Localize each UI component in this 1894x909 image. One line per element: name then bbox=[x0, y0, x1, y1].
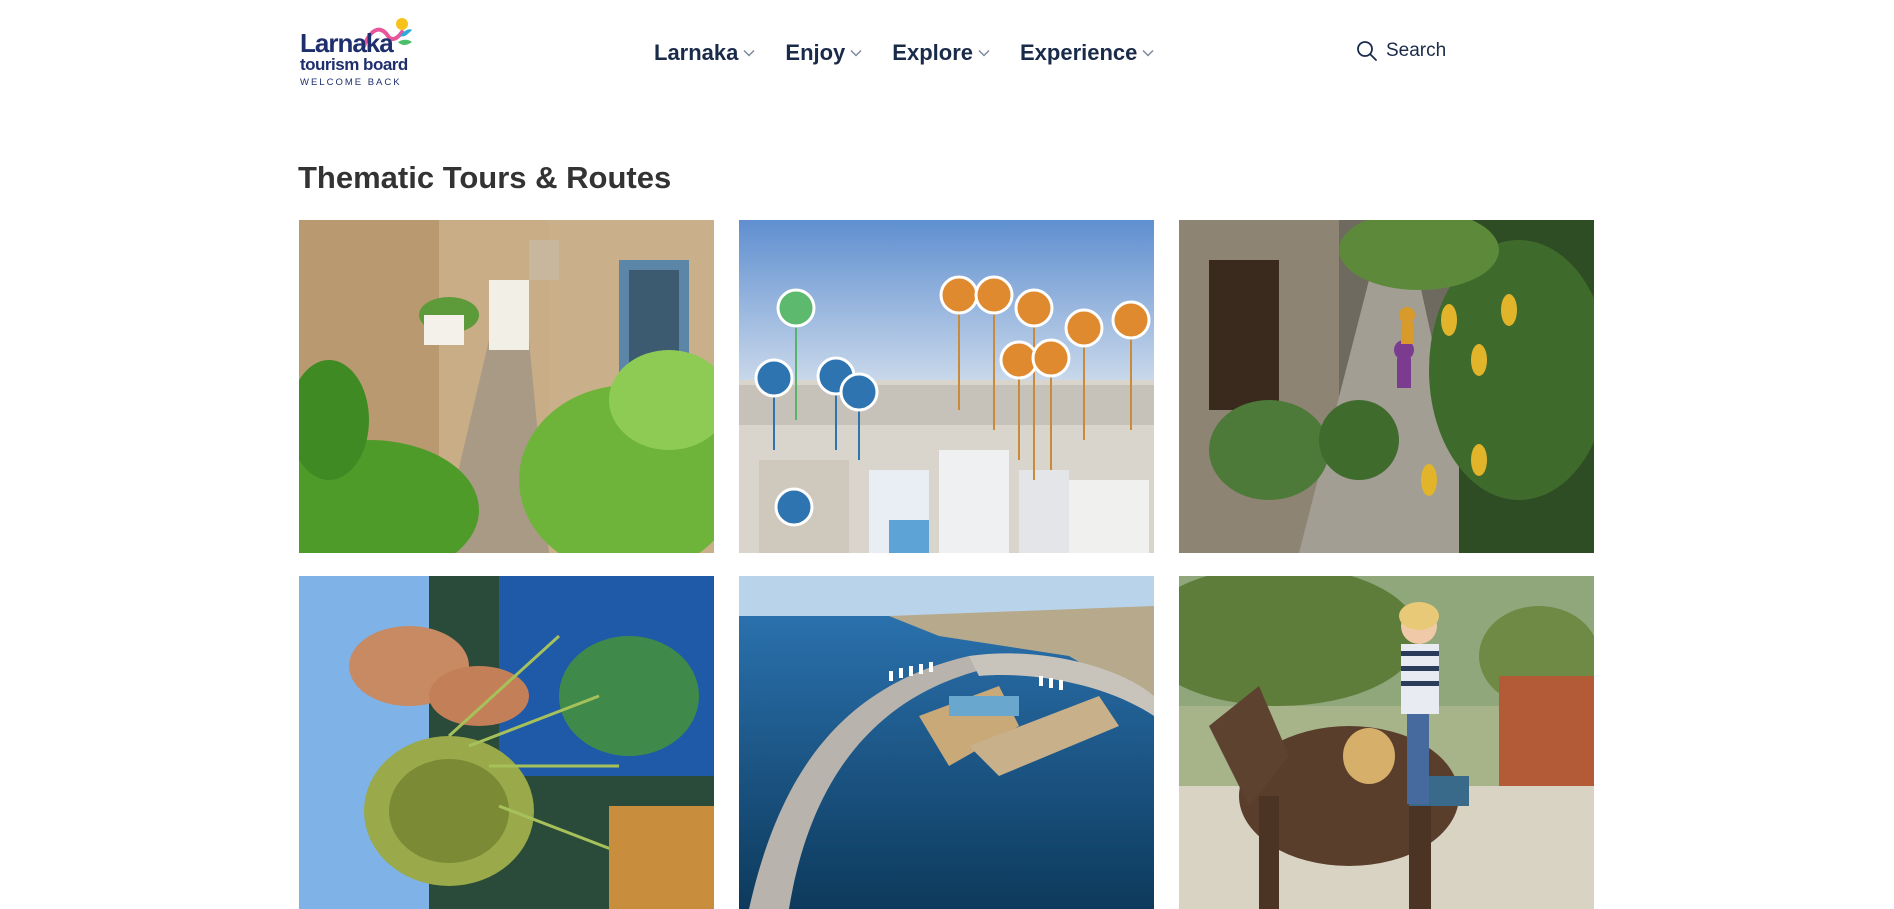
search-label: Search bbox=[1386, 40, 1447, 61]
nav-item-experience[interactable]: Experience bbox=[1020, 42, 1154, 64]
nav-item-larnaka[interactable]: Larnaka bbox=[654, 42, 755, 64]
tour-card-cycling[interactable] bbox=[1179, 220, 1594, 553]
nav-item-explore[interactable]: Explore bbox=[892, 42, 990, 64]
nav-item-label: Larnaka bbox=[654, 40, 739, 65]
cyclists-alley-image bbox=[1179, 220, 1594, 553]
nav-item-label: Enjoy bbox=[785, 40, 846, 65]
tour-card-crafts[interactable] bbox=[299, 576, 714, 909]
tour-card-city-routes[interactable] bbox=[739, 220, 1154, 553]
chevron-down-icon bbox=[1142, 50, 1154, 57]
logo-tagline: WELCOME BACK bbox=[300, 77, 402, 88]
larnaka-logo[interactable]: Larnaka tourism board WELCOME BACK bbox=[298, 16, 418, 92]
main-nav: Larnaka Enjoy Explore Experience bbox=[654, 38, 1184, 68]
chevron-down-icon bbox=[850, 50, 862, 57]
section-title: Thematic Tours & Routes bbox=[298, 160, 672, 195]
site-header: Larnaka tourism board WELCOME BACK Larna… bbox=[0, 0, 1894, 110]
basket-weaving-image bbox=[299, 576, 714, 909]
logo-wordmark: Larnaka bbox=[300, 28, 394, 58]
nav-item-label: Experience bbox=[1020, 40, 1138, 65]
search-icon bbox=[1357, 41, 1377, 61]
nav-item-label: Explore bbox=[892, 40, 973, 65]
marina-aerial-image bbox=[739, 576, 1154, 909]
search-button[interactable]: Search bbox=[1356, 40, 1446, 62]
chevron-down-icon bbox=[978, 50, 990, 57]
tour-card-donkey-ride[interactable] bbox=[1179, 576, 1594, 909]
chevron-down-icon bbox=[743, 50, 755, 57]
logo-subtitle: tourism board bbox=[300, 55, 408, 74]
tour-card-marina[interactable] bbox=[739, 576, 1154, 909]
nav-item-enjoy[interactable]: Enjoy bbox=[785, 42, 862, 64]
village-alley-image bbox=[299, 220, 714, 553]
city-aerial-image bbox=[739, 220, 1154, 553]
donkey-ride-image bbox=[1179, 576, 1594, 909]
tour-card-village-alley[interactable] bbox=[299, 220, 714, 553]
